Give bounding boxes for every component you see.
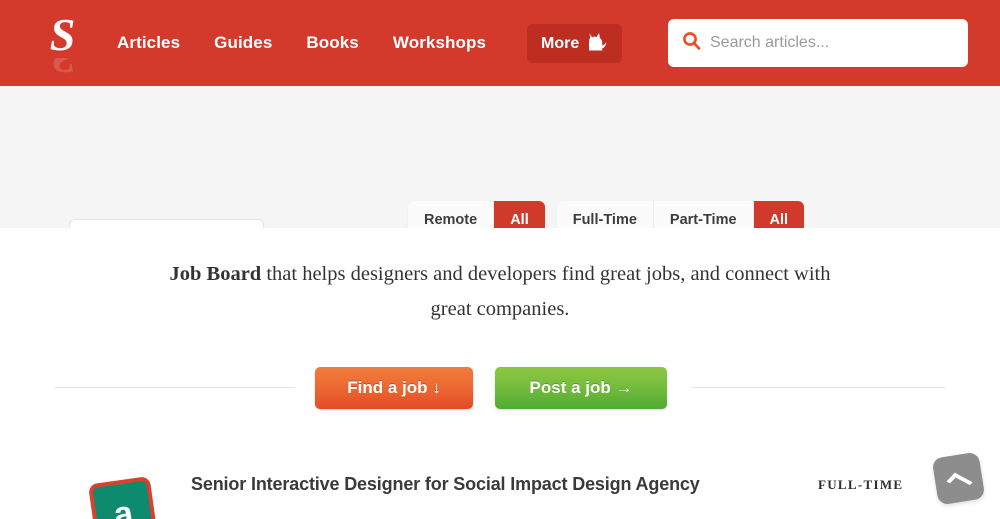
divider-right [692, 387, 945, 388]
intro-section: Job Board that helps designers and devel… [0, 228, 1000, 327]
smashing-magazine-logo[interactable]: S S [36, 9, 88, 81]
company-logo: a [87, 475, 159, 519]
chevron-up-icon [945, 472, 973, 491]
find-a-job-button[interactable]: Find a job ↓ [315, 367, 473, 409]
more-button-label: More [541, 34, 580, 52]
job-type-badge: FULL-TIME [818, 477, 904, 492]
nav-item-articles[interactable]: Articles [100, 33, 197, 53]
nav-item-guides[interactable]: Guides [197, 33, 289, 53]
cat-icon [586, 32, 608, 55]
job-filter-bar: Remote All Full-Time Part-Time All Desig… [0, 86, 1000, 289]
site-header: S S Articles Guides Books Workshops More [0, 0, 1000, 86]
intro-paragraph: Job Board that helps designers and devel… [150, 228, 850, 327]
nav-item-workshops[interactable]: Workshops [376, 33, 503, 53]
scroll-to-top-button[interactable] [931, 451, 986, 506]
job-list: a Senior Interactive Designer for Social… [0, 474, 1000, 519]
intro-lead: Job Board [169, 263, 262, 285]
post-a-job-button[interactable]: Post a job → [495, 367, 667, 409]
header-search-box[interactable] [668, 19, 968, 67]
search-icon [682, 31, 701, 55]
job-title-link[interactable]: Senior Interactive Designer for Social I… [191, 474, 700, 495]
job-list-item[interactable]: a Senior Interactive Designer for Social… [0, 474, 1000, 519]
main-navigation: Articles Guides Books Workshops [100, 0, 503, 86]
company-logo-glyph: a [111, 493, 136, 519]
logo-letter: S [49, 9, 76, 60]
search-input[interactable] [710, 34, 954, 52]
more-menu-button[interactable]: More [527, 24, 623, 63]
cta-row: Find a job ↓ Post a job → [0, 342, 1000, 434]
divider-left [55, 387, 295, 388]
intro-body: that helps designers and developers find… [261, 263, 831, 320]
nav-item-books[interactable]: Books [289, 33, 375, 53]
logo-reflection: S [36, 58, 88, 80]
